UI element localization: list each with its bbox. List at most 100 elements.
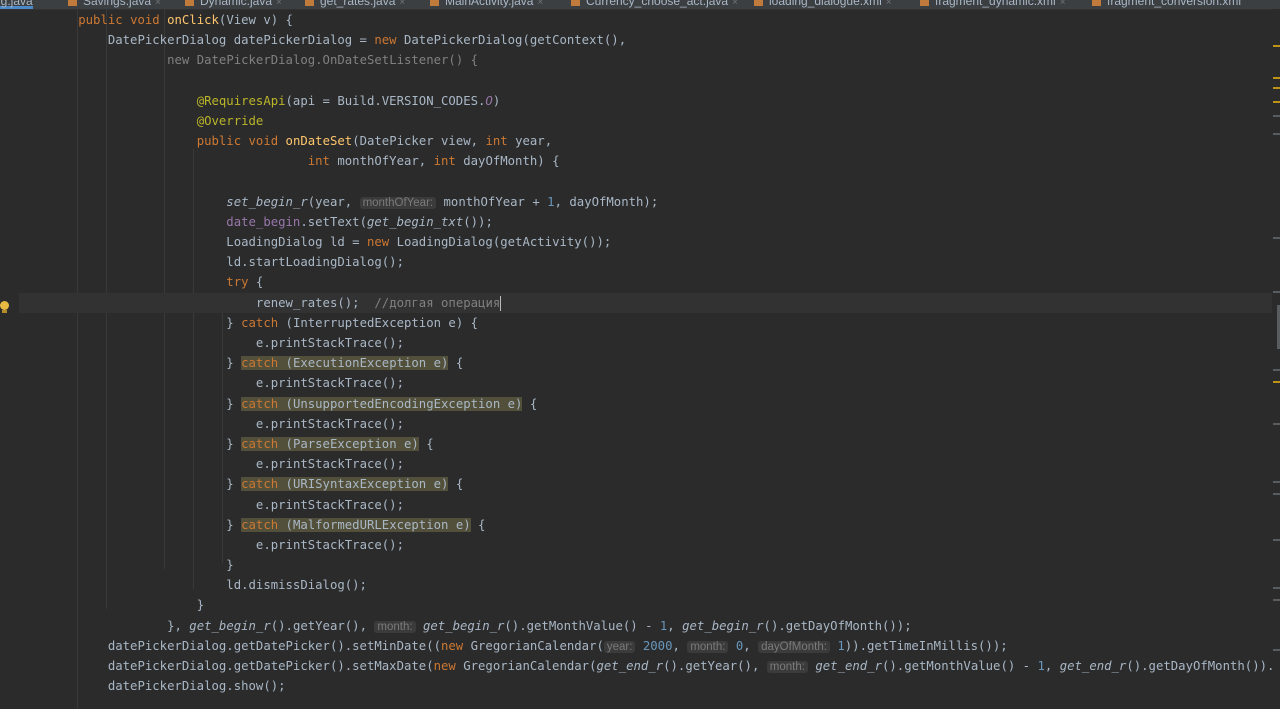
info-marker[interactable] [1273,493,1280,495]
info-marker[interactable] [1273,539,1280,541]
warning-marker[interactable] [1273,77,1280,79]
code-line: public void onDateSet(DatePicker view, i… [196,134,553,149]
code-line: ld.startLoadingDialog(); [226,255,404,270]
warning-marker[interactable] [1273,381,1280,383]
code-line: } catch (ExecutionException e) { [226,356,464,371]
code-line: e.printStackTrace(); [255,497,404,512]
close-icon[interactable]: × [537,0,543,8]
java-file-icon [185,0,194,7]
catch-highlight: catch (ExecutionException e) [241,356,449,371]
warning-marker[interactable] [1273,101,1280,103]
code-line: public void onClick(View v) { [78,13,293,27]
code-line: e.printStackTrace(); [255,537,404,552]
tab-currency-choose-act-java[interactable]: Currency_choose_act.java × [571,0,738,9]
info-marker[interactable] [1273,115,1280,117]
info-marker[interactable] [1273,237,1280,239]
close-icon[interactable]: × [1060,0,1066,8]
tab-label: Dynamic.java [200,0,273,8]
catch-highlight: catch (UnsupportedEncodingException e) [241,396,523,411]
code-line: datePickerDialog.show(); [107,679,286,694]
warning-marker[interactable] [1273,45,1280,47]
close-icon[interactable]: × [399,0,405,8]
code-line: try { [226,275,264,290]
code-line: set_begin_r(year, monthOfYear: monthOfYe… [226,194,659,209]
catch-highlight: catch (MalformedURLException e) [241,517,471,532]
java-file-icon [430,0,439,7]
parameter-hint: year: [603,640,636,653]
code-line: new DatePickerDialog.OnDateSetListener()… [167,53,479,68]
code-line: ld.dismissDialog(); [226,578,367,593]
code-line: @Override [196,113,264,128]
parameter-hint: dayOfMonth: [758,640,830,653]
tab-fragment-conversion-xml[interactable]: fragment_conversion.xml [1092,0,1241,9]
close-icon[interactable]: × [155,0,161,8]
tab-label: ng.java [0,0,33,8]
code-line: } catch (MalformedURLException e) { [226,517,486,532]
code-line: } [196,598,205,613]
code-line: } catch (UnsupportedEncodingException e)… [226,396,538,411]
text-caret [500,295,502,311]
info-marker[interactable] [1273,369,1280,371]
tab-label: Savings.java [83,0,152,8]
info-marker[interactable] [1273,649,1280,651]
lightbulb-icon[interactable] [0,301,9,314]
tab-dynamic-java[interactable]: Dynamic.java × [185,0,282,9]
parameter-hint: month: [374,620,416,633]
info-marker[interactable] [1273,133,1280,135]
parameter-hint: month: [687,640,729,653]
tab-loading-dialogue-xml[interactable]: loading_dialogue.xml × [754,0,892,9]
tab-label: fragment_dynamic.xml [935,0,1056,8]
xml-file-icon [1092,0,1101,7]
parameter-hint: monthOfYear: [359,196,437,209]
code-line: e.printStackTrace(); [255,457,404,472]
tab-ng-java[interactable]: ng.java [0,0,33,9]
tab-mainactivity-java[interactable]: MainActivity.java × [430,0,543,9]
error-stripe-scrollbar[interactable] [1272,9,1280,709]
close-icon[interactable]: × [276,0,282,8]
code-line: e.printStackTrace(); [255,416,404,431]
close-icon[interactable]: × [732,0,738,8]
java-file-icon [571,0,580,7]
xml-file-icon [754,0,763,7]
code-lines: public void onClick(View v) { DatePicker… [19,10,1280,696]
catch-highlight: catch (URISyntaxException e) [241,477,449,492]
close-icon[interactable]: × [886,0,892,8]
info-marker[interactable] [1273,599,1280,601]
tab-fragment-dynamic-xml[interactable]: fragment_dynamic.xml × [920,0,1066,9]
tab-label: loading_dialogue.xml [769,0,882,8]
code-line: e.printStackTrace(); [255,336,404,350]
tab-label: get_rates.java [320,0,396,8]
info-marker[interactable] [1273,423,1280,425]
warning-marker[interactable] [1273,87,1280,89]
xml-file-icon [920,0,929,7]
code-line: } [226,558,234,573]
tab-get-rates-java[interactable]: get_rates.java × [305,0,405,9]
tab-savings-java[interactable]: Savings.java × [68,0,161,9]
java-file-icon [68,0,77,7]
code-line: LoadingDialog ld = new LoadingDialog(get… [226,235,612,250]
info-marker[interactable] [1273,481,1280,483]
info-marker[interactable] [1273,291,1280,293]
tab-label: fragment_conversion.xml [1107,0,1242,8]
catch-highlight: catch (ParseException e) [241,436,419,451]
info-marker[interactable] [1273,587,1280,589]
code-line: DatePickerDialog datePickerDialog = new … [107,33,627,48]
code-line: } catch (URISyntaxException e) { [226,477,464,492]
code-line: datePickerDialog.getDatePicker().setMaxD… [107,659,1280,673]
code-line: int monthOfYear, int dayOfMonth) { [307,154,560,169]
code-line: }, get_begin_r().getYear(), month: get_b… [167,618,912,633]
code-line: datePickerDialog.getDatePicker().setMinD… [107,638,1008,653]
code-line: } catch (ParseException e) { [226,436,434,451]
code-line: @RequiresApi(api = Build.VERSION_CODES.O… [196,93,501,108]
code-line: e.printStackTrace(); [255,376,404,391]
parameter-hint: month: [766,661,808,673]
tab-label: Currency_choose_act.java [586,0,729,8]
java-file-icon [305,0,314,7]
current-code-line: renew_rates(); //долгая операция [19,292,1272,313]
tab-label: MainActivity.java [445,0,534,8]
code-editor[interactable]: public void onClick(View v) { DatePicker… [0,9,1280,709]
code-line: } catch (InterruptedException e) { [226,315,479,330]
code-line: date_begin.setText(get_begin_txt()); [226,214,493,229]
